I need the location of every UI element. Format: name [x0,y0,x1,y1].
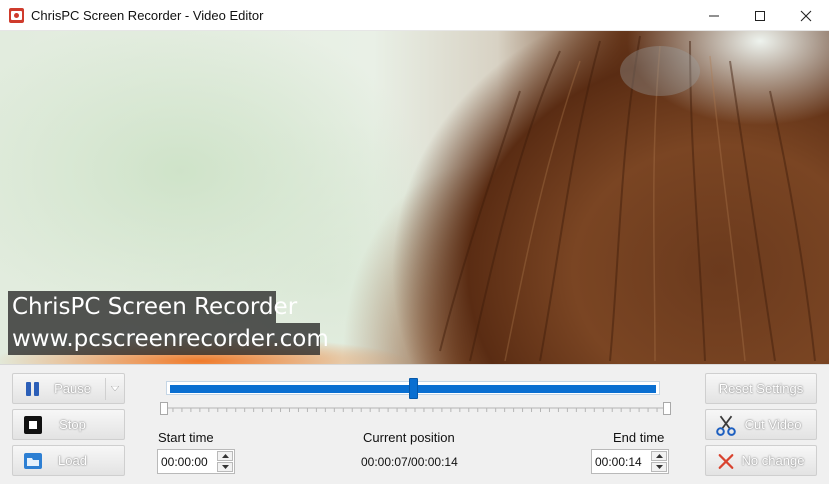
trim-start-handle[interactable] [160,402,168,415]
pause-icon [26,382,39,396]
current-position-label: Current position [363,430,455,445]
end-time-input[interactable] [593,451,649,472]
reset-settings-button[interactable]: Reset Settings [705,373,817,404]
start-time-decrement[interactable] [217,462,233,472]
stop-icon [24,416,42,434]
maximize-button[interactable] [737,0,783,31]
trim-range-track[interactable] [160,407,670,415]
current-position-value: 00:00:07/00:00:14 [361,455,458,469]
cut-video-label: Cut Video [744,417,802,432]
stop-label: Stop [59,417,86,432]
editor-controls: Pause Stop Load Start time Current posit… [0,364,829,484]
minimize-button[interactable] [691,0,737,31]
chevron-down-icon [655,465,663,469]
video-preview: ChrisPC Screen Recorder www.pcscreenreco… [0,31,829,364]
trim-end-handle[interactable] [663,402,671,415]
start-time-stepper[interactable] [157,449,235,474]
title-bar: ChrisPC Screen Recorder - Video Editor [0,0,829,31]
maximize-icon [755,10,765,21]
load-label: Load [58,453,87,468]
end-time-increment[interactable] [651,451,667,461]
position-slider-thumb[interactable] [409,378,418,399]
end-time-label: End time [613,430,665,445]
no-change-button[interactable]: No change [705,445,817,476]
dropdown-separator [105,378,106,400]
start-time-increment[interactable] [217,451,233,461]
end-time-stepper[interactable] [591,449,669,474]
start-time-input[interactable] [159,451,215,472]
scissors-icon [716,415,736,436]
pause-label: Pause [54,381,91,396]
record-camera-icon [9,8,24,23]
chevron-up-icon [221,454,229,458]
stop-button[interactable]: Stop [12,409,125,440]
chevron-up-icon [655,454,663,458]
watermark-app-name: ChrisPC Screen Recorder [8,291,297,323]
folder-icon [24,453,42,469]
load-button[interactable]: Load [12,445,125,476]
start-time-label: Start time [158,430,214,445]
x-icon [718,454,734,469]
cut-video-button[interactable]: Cut Video [705,409,817,440]
close-button[interactable] [783,0,829,31]
reset-settings-label: Reset Settings [718,381,804,396]
chevron-down-icon[interactable] [111,386,119,392]
watermark-url: www.pcscreenrecorder.com [8,323,329,355]
chevron-down-icon [221,465,229,469]
end-time-decrement[interactable] [651,462,667,472]
pause-button[interactable]: Pause [12,373,125,404]
window-title: ChrisPC Screen Recorder - Video Editor [31,8,264,23]
no-change-label: No change [741,453,805,468]
minimize-icon [709,15,719,16]
close-icon [800,10,812,21]
